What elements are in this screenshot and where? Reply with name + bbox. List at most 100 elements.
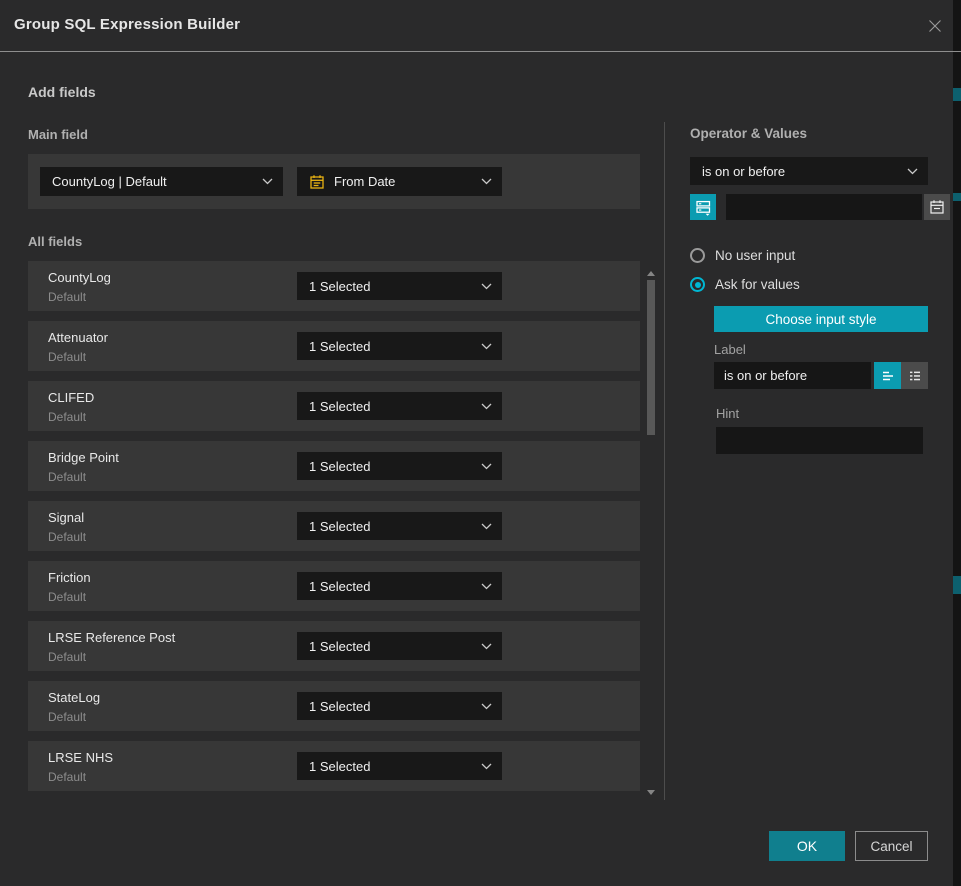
- cancel-button[interactable]: Cancel: [855, 831, 928, 861]
- radio-circle-selected-icon[interactable]: [690, 277, 705, 292]
- field-name: Bridge Point: [48, 450, 119, 465]
- field-selection-select[interactable]: 1 Selected: [297, 452, 502, 480]
- field-name: Friction: [48, 570, 91, 585]
- all-fields-label: All fields: [28, 234, 82, 249]
- field-selection-value: 1 Selected: [309, 459, 475, 474]
- field-selection-value: 1 Selected: [309, 639, 475, 654]
- chevron-down-icon: [481, 583, 492, 590]
- label-caption: Label: [714, 342, 928, 357]
- field-default-label: Default: [48, 710, 86, 724]
- chevron-down-icon: [262, 178, 273, 185]
- main-field-panel: CountyLog | Default From Date: [28, 154, 640, 209]
- field-default-label: Default: [48, 530, 86, 544]
- close-icon[interactable]: [925, 16, 945, 36]
- underlying-accent: [953, 193, 961, 201]
- field-name: Attenuator: [48, 330, 108, 345]
- date-picker-button[interactable]: [924, 194, 950, 220]
- underlying-accent: [953, 88, 961, 101]
- radio-circle-icon[interactable]: [690, 248, 705, 263]
- list-icon: [907, 368, 923, 384]
- operator-values-heading: Operator & Values: [690, 126, 928, 141]
- align-left-icon: [880, 368, 896, 384]
- scroll-up-arrow-icon[interactable]: [647, 271, 655, 276]
- radio-no-user-input-label: No user input: [715, 248, 795, 263]
- unique-values-button[interactable]: [690, 194, 716, 220]
- chevron-down-icon: [481, 343, 492, 350]
- field-selection-select[interactable]: 1 Selected: [297, 572, 502, 600]
- group-sql-expression-builder-dialog: Group SQL Expression Builder Add fields …: [0, 0, 961, 886]
- field-default-label: Default: [48, 290, 86, 304]
- field-selection-select[interactable]: 1 Selected: [297, 392, 502, 420]
- choose-input-style-button[interactable]: Choose input style: [714, 306, 928, 332]
- scroll-down-arrow-icon[interactable]: [647, 790, 655, 795]
- field-selection-select[interactable]: 1 Selected: [297, 692, 502, 720]
- value-input[interactable]: [726, 194, 922, 220]
- dialog-header: Group SQL Expression Builder: [0, 0, 961, 52]
- field-selection-value: 1 Selected: [309, 759, 475, 774]
- radio-ask-for-values[interactable]: Ask for values: [690, 277, 928, 292]
- field-name: Signal: [48, 510, 84, 525]
- chevron-down-icon: [481, 178, 492, 185]
- field-name: StateLog: [48, 690, 100, 705]
- field-selection-value: 1 Selected: [309, 579, 475, 594]
- dialog-title: Group SQL Expression Builder: [14, 16, 240, 33]
- scrollbar-thumb[interactable]: [647, 280, 655, 435]
- chevron-down-icon: [481, 703, 492, 710]
- label-style-text-button[interactable]: [874, 362, 901, 389]
- chevron-down-icon: [907, 168, 918, 175]
- field-selection-value: 1 Selected: [309, 399, 475, 414]
- field-default-label: Default: [48, 650, 86, 664]
- calendar-icon: [309, 174, 325, 190]
- hint-caption: Hint: [716, 406, 928, 421]
- field-selection-select[interactable]: 1 Selected: [297, 512, 502, 540]
- field-row: LRSE Reference Post Default 1 Selected: [28, 621, 640, 671]
- label-row: [714, 362, 928, 389]
- main-field-source-select[interactable]: CountyLog | Default: [40, 167, 283, 196]
- field-selection-value: 1 Selected: [309, 279, 475, 294]
- field-row: Bridge Point Default 1 Selected: [28, 441, 640, 491]
- field-row: Attenuator Default 1 Selected: [28, 321, 640, 371]
- add-fields-heading: Add fields: [28, 84, 96, 100]
- field-selection-value: 1 Selected: [309, 519, 475, 534]
- value-row: [690, 194, 928, 220]
- underlying-page-strip: [953, 0, 961, 886]
- field-selection-select[interactable]: 1 Selected: [297, 752, 502, 780]
- chevron-down-icon: [481, 463, 492, 470]
- chevron-down-icon: [481, 523, 492, 530]
- operator-value: is on or before: [702, 164, 901, 179]
- chevron-down-icon: [481, 403, 492, 410]
- main-field-field-select[interactable]: From Date: [297, 167, 502, 196]
- main-field-source-value: CountyLog | Default: [52, 174, 256, 189]
- field-selection-value: 1 Selected: [309, 699, 475, 714]
- ok-button[interactable]: OK: [769, 831, 845, 861]
- operator-select[interactable]: is on or before: [690, 157, 928, 185]
- field-name: LRSE Reference Post: [48, 630, 175, 645]
- field-name: LRSE NHS: [48, 750, 113, 765]
- field-default-label: Default: [48, 410, 86, 424]
- field-default-label: Default: [48, 470, 86, 484]
- field-default-label: Default: [48, 770, 86, 784]
- main-field-field-value: From Date: [334, 174, 475, 189]
- chevron-down-icon: [481, 283, 492, 290]
- radio-ask-for-values-label: Ask for values: [715, 277, 800, 292]
- underlying-accent: [953, 576, 961, 594]
- chevron-down-icon: [481, 643, 492, 650]
- main-field-label: Main field: [28, 127, 88, 142]
- field-name: CountyLog: [48, 270, 111, 285]
- hint-input[interactable]: [716, 427, 923, 454]
- calendar-icon: [929, 199, 945, 215]
- panel-divider: [664, 122, 665, 800]
- list-scrollbar[interactable]: [644, 262, 658, 798]
- field-row: Signal Default 1 Selected: [28, 501, 640, 551]
- field-selection-value: 1 Selected: [309, 339, 475, 354]
- field-selection-select[interactable]: 1 Selected: [297, 632, 502, 660]
- ask-values-options: Choose input style Label: [714, 306, 928, 454]
- field-selection-select[interactable]: 1 Selected: [297, 272, 502, 300]
- label-input[interactable]: [714, 362, 871, 389]
- chevron-down-icon: [481, 763, 492, 770]
- unique-values-icon: [695, 199, 712, 216]
- field-selection-select[interactable]: 1 Selected: [297, 332, 502, 360]
- label-style-list-button[interactable]: [901, 362, 928, 389]
- radio-no-user-input[interactable]: No user input: [690, 248, 928, 263]
- field-default-label: Default: [48, 350, 86, 364]
